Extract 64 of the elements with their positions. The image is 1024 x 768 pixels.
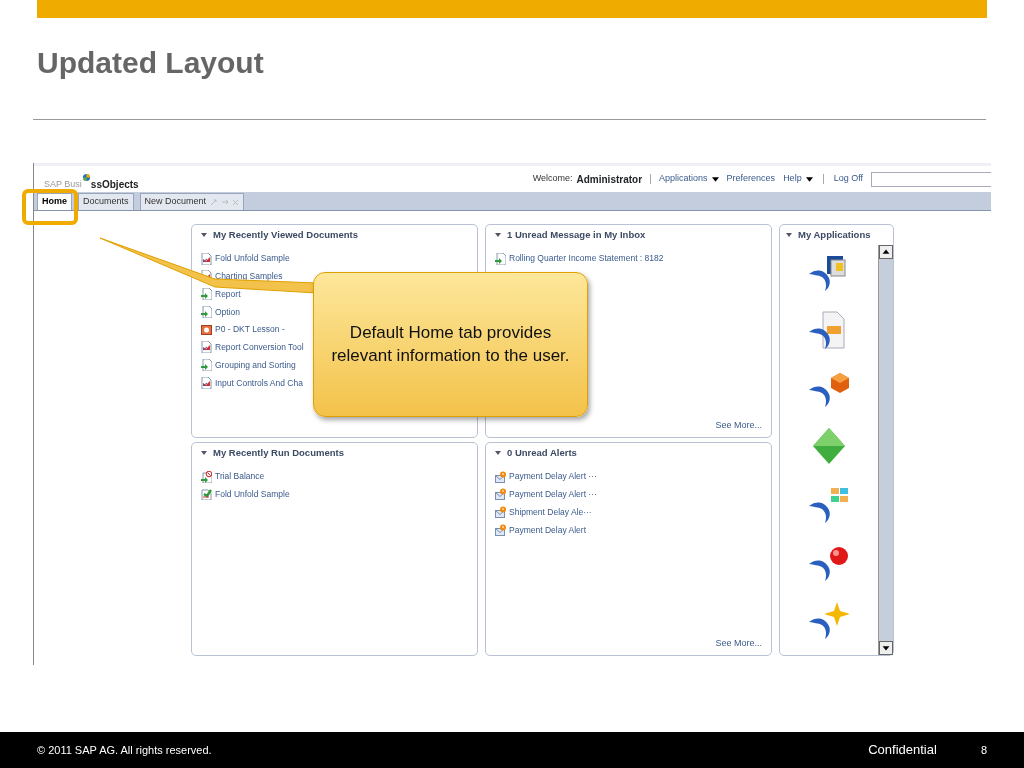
scroll-down-icon[interactable] xyxy=(879,641,893,655)
alert-icon xyxy=(495,523,506,536)
document-link[interactable]: Option xyxy=(215,305,241,319)
see-more-link[interactable]: See More... xyxy=(715,418,762,434)
panel-title: My Recently Run Documents xyxy=(213,446,344,460)
collapse-icon[interactable] xyxy=(495,233,501,238)
alert-icon xyxy=(495,470,506,483)
panel-title: My Applications xyxy=(798,228,871,242)
user-name: Administrator xyxy=(576,172,643,187)
document-link[interactable]: Trial Balance xyxy=(215,470,265,483)
logo-text: SAP Busi xyxy=(44,178,82,191)
classification-label: Confidential xyxy=(868,741,937,760)
caret-icon xyxy=(711,176,719,182)
panel-title: 1 Unread Message in My Inbox xyxy=(507,228,646,242)
document-link[interactable]: Payment Delay Alert ··· xyxy=(509,470,597,483)
document-icon xyxy=(201,376,212,389)
panel-title: 0 Unread Alerts xyxy=(507,446,577,460)
menu-link[interactable]: Preferences xyxy=(726,172,776,186)
document-icon xyxy=(201,488,212,501)
document-link[interactable]: Grouping and Sorting xyxy=(215,358,296,372)
scroll-up-icon[interactable] xyxy=(879,245,893,259)
collapse-icon[interactable] xyxy=(495,451,501,456)
document-link[interactable]: Shipment Delay Ale··· xyxy=(509,505,592,519)
document-icon xyxy=(201,288,212,301)
document-icon xyxy=(201,305,212,318)
search-field[interactable] xyxy=(871,171,991,187)
document-link[interactable]: Payment Delay Alert xyxy=(509,523,586,537)
menu-link[interactable]: Log Off xyxy=(833,172,863,186)
tab[interactable]: Home xyxy=(37,193,72,210)
see-more-link[interactable]: See More... xyxy=(715,636,762,652)
document-link[interactable]: Report xyxy=(215,287,241,301)
document-icon xyxy=(201,341,212,354)
collapse-icon[interactable] xyxy=(786,233,792,238)
logo-icon xyxy=(81,172,91,182)
document-link[interactable]: Charting Samples xyxy=(215,270,283,283)
document-link[interactable]: Fold Unfold Sample xyxy=(215,252,290,265)
slide-title: Updated Layout xyxy=(37,45,264,81)
document-icon xyxy=(201,359,212,372)
document-link[interactable]: Rolling Quarter Income Statement : 8182 xyxy=(509,252,664,265)
callout: Default Home tab provides relevant information to the user. xyxy=(313,272,588,417)
document-icon xyxy=(201,252,212,265)
document-link[interactable]: Report Conversion Tool xyxy=(215,341,304,354)
document-link[interactable]: Fold Unfold Sample xyxy=(215,488,290,501)
menu-link[interactable]: Help xyxy=(783,172,813,186)
document-link[interactable]: Input Controls And Cha xyxy=(215,376,303,390)
alert-icon xyxy=(495,506,506,519)
app-icon[interactable] xyxy=(807,600,851,641)
page-number: 8 xyxy=(980,742,987,758)
tab[interactable]: Documents xyxy=(78,193,134,210)
document-link[interactable]: P0 - DKT Lesson - xyxy=(215,323,285,336)
copyright-text: © 2011 SAP AG. All rights reserved. xyxy=(37,742,212,758)
panel-title: My Recently Viewed Documents xyxy=(213,228,358,242)
document-icon xyxy=(201,470,212,483)
caret-icon xyxy=(805,176,813,182)
document-icon xyxy=(495,252,506,265)
collapse-icon[interactable] xyxy=(201,451,207,456)
highlight-frame xyxy=(22,189,78,225)
welcome-label: Welcome: xyxy=(532,172,573,186)
alert-icon xyxy=(495,488,506,501)
logo-text: ssObjects xyxy=(90,177,139,192)
menu-link[interactable]: Applications xyxy=(659,172,719,186)
presentation-icon xyxy=(201,323,212,336)
scrollbar[interactable] xyxy=(878,245,893,655)
document-link[interactable]: Payment Delay Alert ··· xyxy=(509,488,597,501)
